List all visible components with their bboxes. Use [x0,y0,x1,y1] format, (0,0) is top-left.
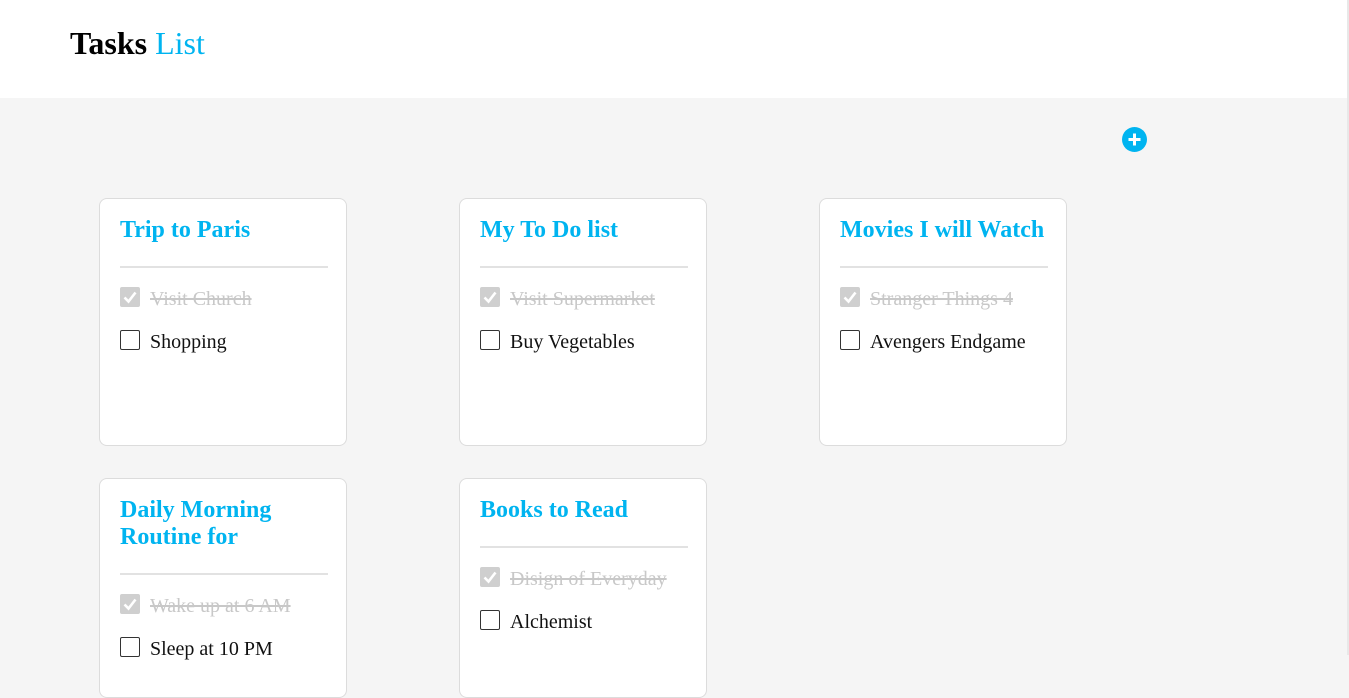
card-divider [480,546,688,548]
task-label: Buy Vegetables [510,331,635,353]
card-divider [120,573,328,575]
checkmark-icon [123,598,137,611]
task-label: Avengers Endgame [870,331,1026,353]
task-card: Trip to Paris Visit Church Shopping [99,198,347,446]
task-checkbox[interactable] [840,287,860,307]
page-title-part1: Tasks [70,25,148,61]
card-title: My To Do list [480,217,619,243]
task-item: Shopping [120,330,335,353]
task-item: Avengers Endgame [840,330,1055,353]
page-title: Tasks List [70,24,205,62]
add-list-button[interactable] [1122,127,1147,152]
task-label: Visit Church [150,288,252,310]
card-divider [480,266,688,268]
task-label: Shopping [150,331,227,353]
plus-icon [1128,133,1141,146]
task-card: My To Do list Visit Supermarket Buy Vege… [459,198,707,446]
task-checkbox[interactable] [480,287,500,307]
task-item: Visit Church [120,287,335,310]
card-title: Movies I will Watch [840,217,1045,243]
card-title: Trip to Paris [120,217,251,243]
task-checkbox[interactable] [480,330,500,350]
task-checkbox[interactable] [120,637,140,657]
task-checkbox[interactable] [480,567,500,587]
task-checkbox[interactable] [120,287,140,307]
checkmark-icon [483,571,497,584]
task-label: Sleep at 10 PM [150,638,273,660]
task-card: Books to Read Disign of Everyday Alchemi… [459,478,707,698]
task-item: Buy Vegetables [480,330,695,353]
task-item: Disign of Everyday [480,567,695,590]
task-label: Alchemist [510,611,593,633]
card-title: Books to Read [480,497,629,523]
task-checkbox[interactable] [840,330,860,350]
checkmark-icon [123,291,137,304]
task-checkbox[interactable] [120,330,140,350]
task-checkbox[interactable] [120,594,140,614]
card-title: Daily Morning Routine for [120,497,272,550]
task-label: Visit Supermarket [510,288,655,310]
page-title-part2: List [155,25,205,61]
task-item: Visit Supermarket [480,287,695,310]
task-card: Movies I will Watch Stranger Things 4 Av… [819,198,1067,446]
task-checkbox[interactable] [480,610,500,630]
task-label: Stranger Things 4 [870,288,1013,310]
task-item: Sleep at 10 PM [120,637,335,660]
card-divider [840,266,1048,268]
task-label: Wake up at 6 AM [150,595,291,617]
task-item: Stranger Things 4 [840,287,1055,310]
card-divider [120,266,328,268]
app-header: Tasks List [0,0,1349,98]
task-item: Wake up at 6 AM [120,594,335,617]
checkmark-icon [843,291,857,304]
task-label: Disign of Everyday [510,568,667,590]
task-card: Daily Morning Routine for Wake up at 6 A… [99,478,347,698]
checkmark-icon [483,291,497,304]
task-item: Alchemist [480,610,695,633]
